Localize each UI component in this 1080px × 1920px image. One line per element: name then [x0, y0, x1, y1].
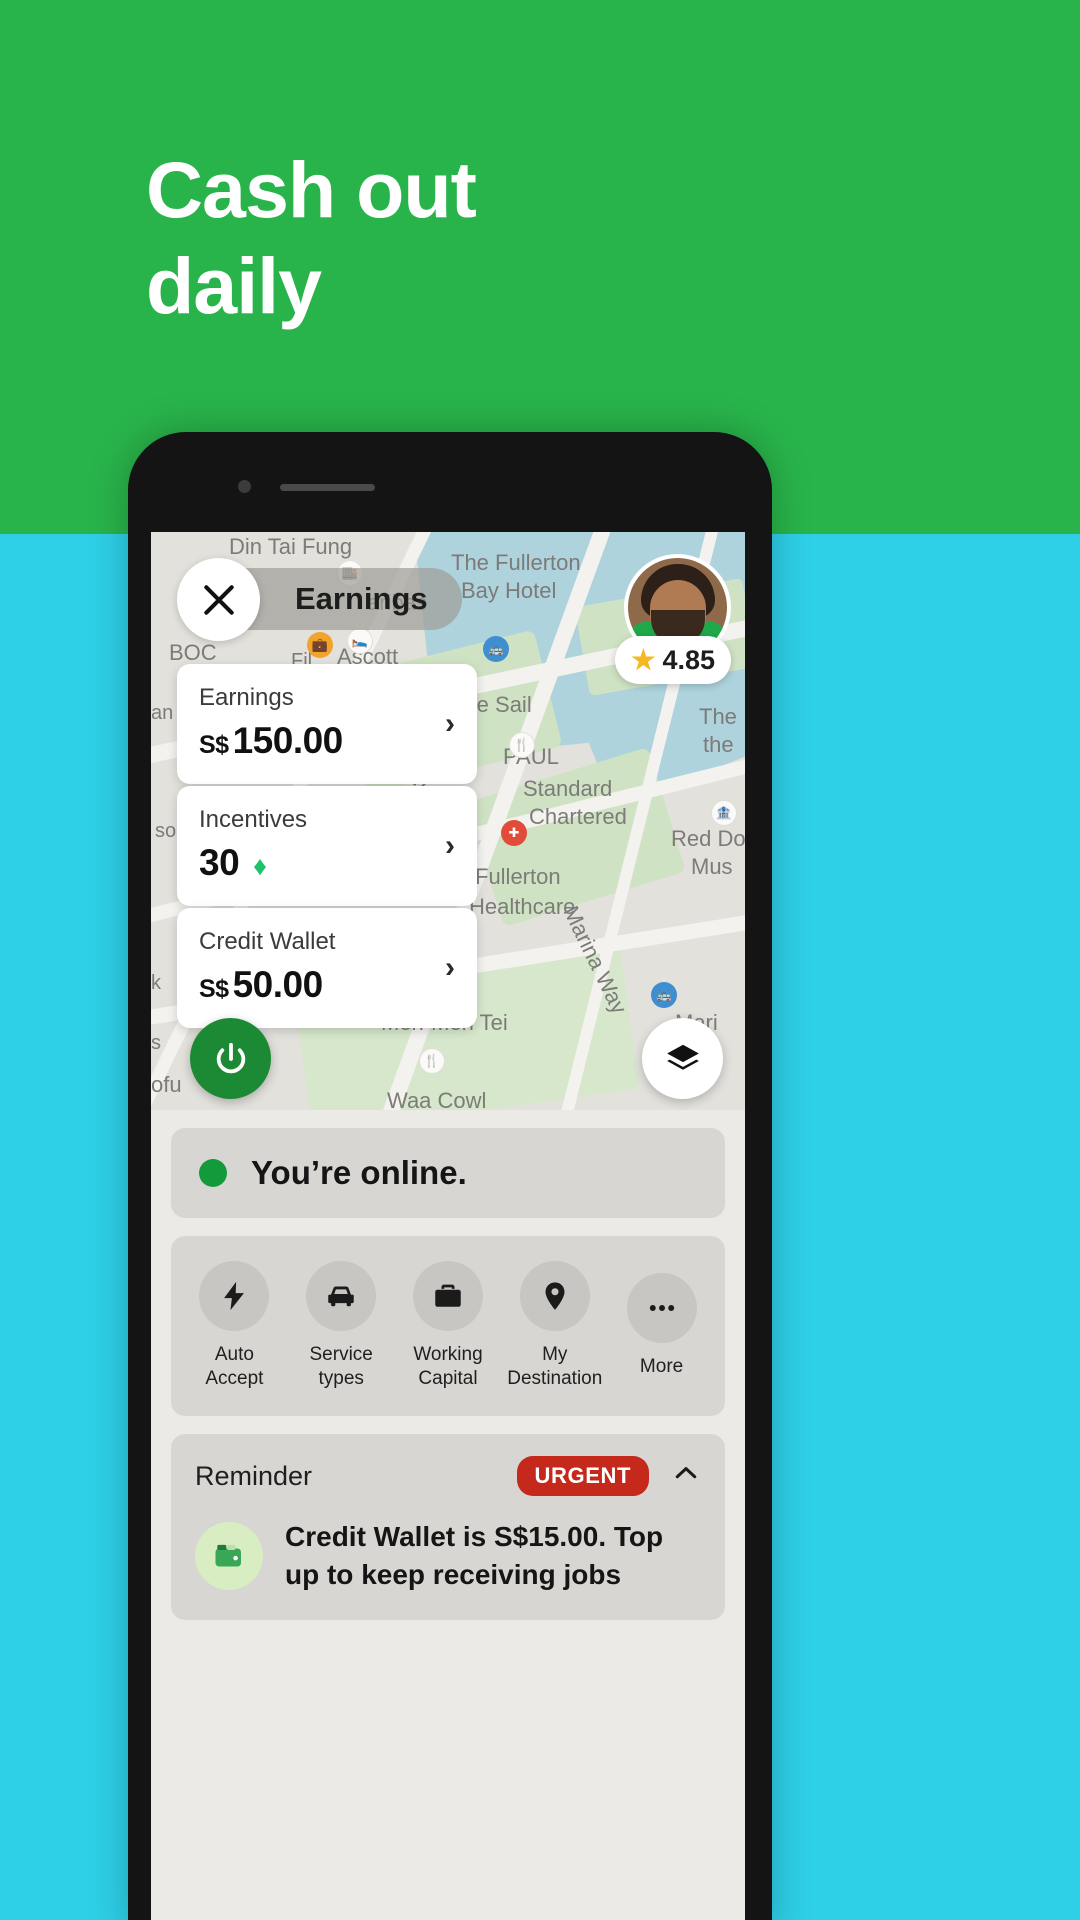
briefcase-icon-wrap [412, 1261, 483, 1331]
chevron-right-icon: › [445, 707, 455, 740]
reminder-panel: Reminder URGENT Credit Wallet is S$15.00… [171, 1434, 725, 1620]
restaurant-poi-icon: 🍴 [509, 732, 535, 758]
map-label: Bay Hotel [461, 578, 557, 603]
headline-line-1: Cash out [146, 145, 477, 234]
star-icon: ★ [631, 644, 656, 675]
earnings-card-label: Earnings [199, 684, 294, 711]
map-label: an [151, 702, 174, 724]
wallet-icon [215, 1544, 241, 1567]
map-label: ofu [151, 1072, 182, 1097]
promo-headline: Cash out daily [146, 142, 746, 334]
bolt-icon [224, 1281, 245, 1311]
bolt-icon-wrap [199, 1261, 270, 1331]
hotel-poi-icon: 🛌 [347, 628, 373, 654]
hospital-poi-icon: ✚ [501, 820, 527, 846]
map-label: Mus [691, 854, 733, 879]
status-text: You’re online. [251, 1154, 467, 1191]
map-label: Chartered [529, 804, 627, 829]
credit-wallet-amount: 50.00 [232, 964, 324, 1005]
earnings-card-value-row: S$ 150.00 [199, 720, 455, 762]
chevron-up-icon[interactable] [671, 1458, 701, 1495]
map-label: s [151, 1032, 161, 1054]
status-badge: URGENT [516, 1456, 649, 1496]
reminder-header-right: URGENT [516, 1456, 702, 1496]
quick-action-my-destination[interactable]: My Destination [505, 1261, 605, 1391]
close-button[interactable] [177, 558, 260, 641]
poi-icon: 🏦 [711, 800, 737, 826]
car-icon [328, 1286, 354, 1307]
wallet-icon-wrap [195, 1522, 263, 1590]
incentives-amount: 30 [199, 842, 240, 883]
page-title: Earnings [295, 581, 428, 616]
chevron-right-icon: › [445, 951, 455, 984]
quick-action-label: Service types [309, 1344, 373, 1389]
quick-action-service-types[interactable]: Service types [291, 1261, 391, 1391]
shopping-poi-icon: 💼 [307, 632, 333, 658]
bus-stop-icon: 🚌 [651, 982, 677, 1008]
close-icon [203, 584, 234, 615]
restaurant-poi-icon: 🍴 [419, 1048, 445, 1074]
bottom-sheet: You’re online. Auto Accept Service types [151, 1110, 745, 1920]
quick-action-label: Auto Accept [205, 1344, 264, 1389]
incentives-card-value-row: 30 ♦ [199, 842, 455, 884]
incentives-card[interactable]: Incentives 30 ♦ › [177, 786, 477, 906]
phone-camera [238, 480, 251, 493]
map-layers-button[interactable] [642, 1018, 723, 1099]
map-label: Standard [523, 776, 613, 801]
layers-icon [666, 1044, 699, 1070]
quick-action-more[interactable]: More [612, 1273, 712, 1379]
briefcase-icon [435, 1284, 461, 1307]
map-label: the [703, 732, 734, 757]
phone-screen: Din Tai Fung The Fullerton Bay Hotel BOC… [151, 532, 745, 1920]
power-icon [216, 1042, 245, 1073]
status-dot-icon [199, 1159, 227, 1187]
rating-value: 4.85 [662, 644, 715, 675]
map-label: The Fullerton [451, 550, 581, 575]
car-icon-wrap [306, 1261, 377, 1331]
quick-actions-panel: Auto Accept Service types Working Capita… [171, 1236, 725, 1416]
chevron-up-glyph [675, 1466, 697, 1478]
map-label: BOC [169, 640, 217, 665]
power-button[interactable] [190, 1018, 271, 1099]
reminder-body[interactable]: Credit Wallet is S$15.00. Top up to keep… [195, 1518, 701, 1594]
quick-action-label: Working Capital [413, 1344, 483, 1389]
reminder-title: Reminder [195, 1460, 313, 1491]
quick-action-label: More [639, 1356, 684, 1377]
map-label: Fullerton [475, 864, 561, 889]
reminder-message: Credit Wallet is S$15.00. Top up to keep… [285, 1521, 664, 1590]
headline-line-2: daily [146, 241, 322, 330]
gem-icon: ♦ [253, 851, 267, 881]
map-label: so [155, 820, 177, 842]
map-label: Red Dot [671, 826, 745, 851]
map-label: The [699, 704, 737, 729]
online-status-bar[interactable]: You’re online. [171, 1128, 725, 1218]
pin-icon [545, 1282, 565, 1310]
map-label: k [151, 972, 161, 994]
incentives-card-label: Incentives [199, 806, 308, 833]
quick-action-auto-accept[interactable]: Auto Accept [184, 1261, 284, 1391]
bus-stop-icon: 🚌 [483, 636, 509, 662]
phone-speaker [280, 484, 375, 491]
earnings-card[interactable]: Earnings S$ 150.00 › [177, 664, 477, 784]
pin-icon-wrap [519, 1261, 590, 1331]
reminder-header: Reminder URGENT [195, 1456, 701, 1496]
credit-wallet-card[interactable]: Credit Wallet S$ 50.00 › [177, 908, 477, 1028]
ellipsis-icon [649, 1305, 674, 1311]
earnings-currency: S$ [199, 731, 229, 759]
credit-wallet-value-row: S$ 50.00 [199, 964, 455, 1006]
map-label: Waa Cowl [387, 1088, 487, 1110]
map-label: Din Tai Fung [229, 534, 353, 559]
quick-action-working-capital[interactable]: Working Capital [398, 1261, 498, 1391]
quick-action-label: My Destination [507, 1344, 603, 1389]
credit-wallet-currency: S$ [199, 975, 229, 1003]
earnings-amount: 150.00 [232, 720, 344, 761]
chevron-right-icon: › [445, 829, 455, 862]
credit-wallet-card-label: Credit Wallet [199, 928, 336, 955]
ellipsis-icon-wrap [626, 1273, 697, 1343]
rating-badge[interactable]: ★ 4.85 [615, 636, 731, 684]
